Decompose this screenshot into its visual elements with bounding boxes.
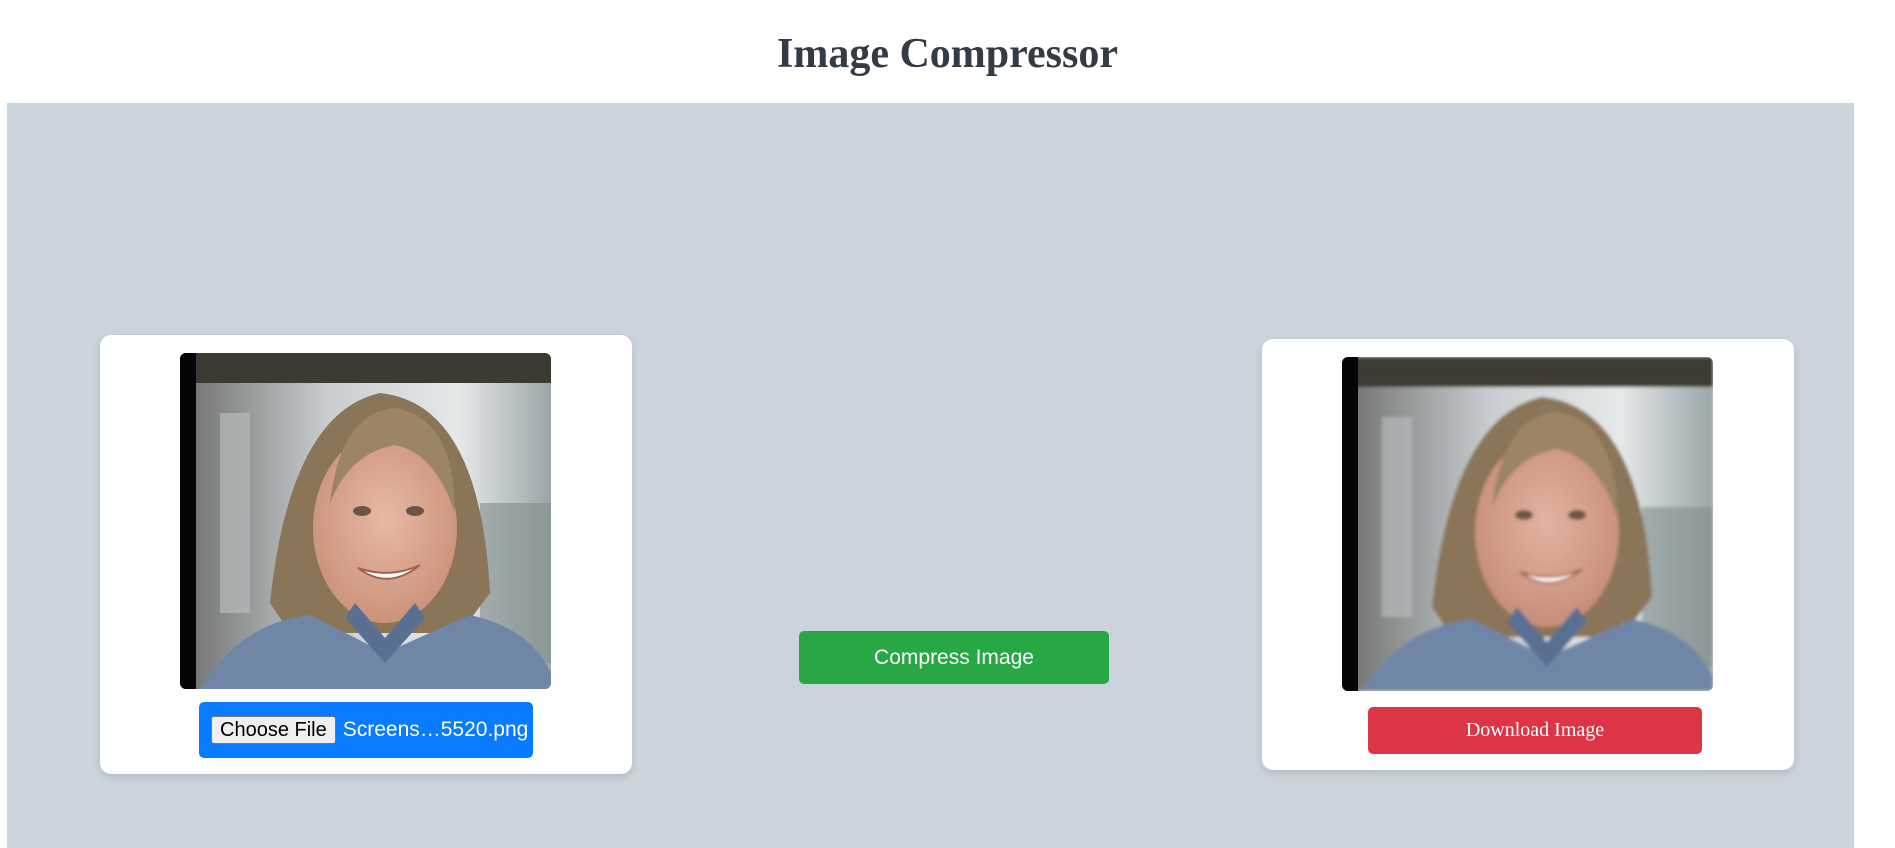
choose-file-button[interactable]: Choose File — [211, 716, 336, 744]
page-header: Image Compressor — [0, 0, 1895, 103]
selected-file-name: Screens…5520.png — [342, 718, 529, 741]
download-image-button[interactable]: Download Image — [1368, 707, 1702, 754]
compress-image-button[interactable]: Compress Image — [799, 631, 1109, 684]
original-image-card: Choose File Screens…5520.png — [100, 335, 632, 774]
compressor-workspace: Choose File Screens…5520.png Compress Im… — [7, 103, 1854, 848]
portrait-photo-compressed — [1342, 357, 1713, 691]
portrait-photo — [180, 353, 551, 689]
file-upload-input[interactable]: Choose File Screens…5520.png — [199, 702, 533, 758]
page-title: Image Compressor — [776, 31, 1118, 77]
compressed-image-card: Download Image — [1262, 339, 1794, 770]
original-image-preview — [180, 353, 551, 689]
compressed-image-preview — [1342, 357, 1713, 691]
